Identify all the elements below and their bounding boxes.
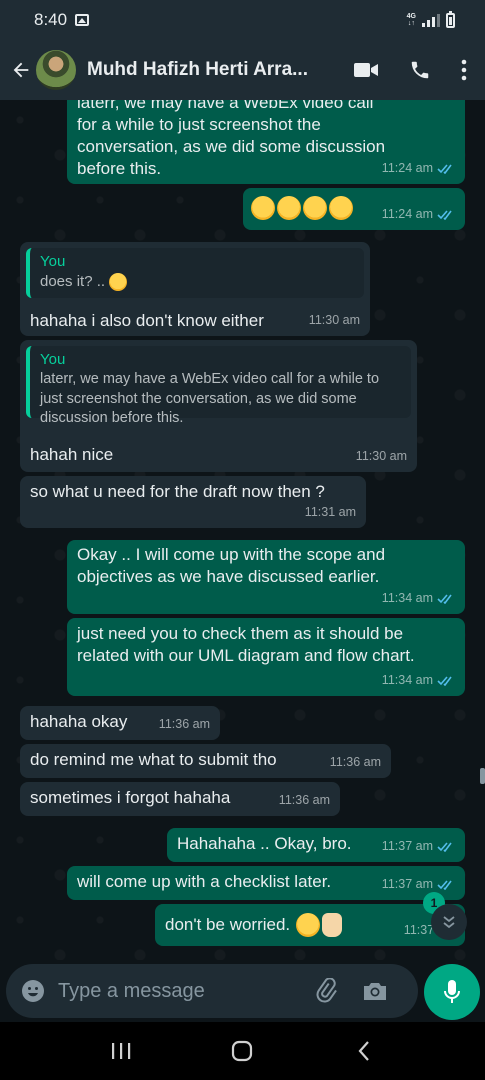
rolling-on-floor-laughing-icon [251,196,275,220]
message-composer [0,960,485,1022]
contact-name[interactable]: Muhd Hafizh Herti Arra... [87,59,325,81]
message-text: hahah nice [30,445,114,464]
quoted-text: laterr, we may have a WebEx video call f… [40,371,380,426]
outgoing-message[interactable]: just need you to check them as it should… [67,618,465,696]
double-chevron-down-icon [443,916,455,929]
quoted-message[interactable]: You does it? .. [26,248,364,298]
network-activity-label: ↓↑ [407,20,415,27]
battery-icon [446,10,455,28]
scroll-to-bottom-button[interactable] [431,904,467,940]
message-text: sometimes i forgot hahaha [30,788,231,807]
message-text: Okay .. I will come up with the scope an… [77,545,386,586]
rolling-on-floor-laughing-icon [303,196,327,220]
read-receipt-icon [437,593,452,604]
message-text: so what u need for the draft now then ? [30,482,325,501]
incoming-message[interactable]: so what u need for the draft now then ? … [20,476,366,528]
message-text: just need you to check them as it should… [77,624,415,665]
quoted-author: You [40,253,66,270]
contact-avatar[interactable] [36,50,76,90]
message-text: will come up with a checklist later. [77,872,332,891]
message-time: 11:36 am [278,793,330,807]
flushed-face-icon [109,273,128,292]
message-time: 11:36 am [329,755,381,769]
message-time: 11:30 am [308,313,360,327]
chat-messages-area[interactable]: laterr, we may have a WebEx video call f… [0,100,485,960]
incoming-message[interactable]: hahaha okay 11:36 am [20,706,220,740]
back-nav-icon[interactable] [344,1031,384,1071]
message-time: 11:37 am [381,839,433,853]
message-time: 11:37 am [381,877,433,891]
victory-hand-icon [322,913,343,937]
network-type-indicator: 4G ↓↑ [407,13,416,27]
gallery-notification-icon [75,14,90,26]
attach-icon[interactable] [314,978,340,1004]
status-time: 8:40 [34,10,68,29]
recent-apps-icon[interactable] [101,1031,141,1071]
read-receipt-icon [437,879,452,890]
system-navigation-bar [0,1022,485,1080]
message-time: 11:34 am [381,591,433,605]
message-text: hahaha i also don't know either [30,311,264,330]
message-time: 11:31 am [304,505,356,519]
outgoing-message[interactable]: Hahahaha .. Okay, bro. 11:37 am [167,828,465,862]
chat-header: Muhd Hafizh Herti Arra... [0,40,485,100]
read-receipt-icon [437,675,452,686]
quoted-author: You [40,351,66,368]
read-receipt-icon [437,209,452,220]
signal-strength-icon [422,13,440,27]
message-input[interactable] [58,979,298,1003]
message-time: 11:36 am [158,717,210,731]
quoted-message[interactable]: You laterr, we may have a WebEx video ca… [26,346,411,426]
outgoing-message[interactable]: laterr, we may have a WebEx video call f… [67,100,465,184]
read-receipt-icon [437,163,452,174]
incoming-message[interactable]: sometimes i forgot hahaha 11:36 am [20,782,340,816]
message-time: 11:34 am [381,673,433,687]
outgoing-message[interactable]: Okay .. I will come up with the scope an… [67,540,465,614]
message-text: hahaha okay [30,712,128,731]
message-input-box [6,964,418,1018]
read-receipt-icon [437,841,452,852]
message-text: do remind me what to submit tho [30,750,277,769]
message-time: 11:24 am [381,161,433,175]
incoming-message[interactable]: do remind me what to submit tho 11:36 am [20,744,391,778]
outgoing-message[interactable]: don't be worried. 11:37 am [155,904,465,946]
voice-call-icon[interactable] [409,59,431,81]
message-time: 11:30 am [355,449,407,463]
voice-message-button[interactable] [424,964,480,1020]
message-text: Hahahaha .. Okay, bro. [177,834,352,853]
network-type-label: 4G [406,13,416,20]
more-options-icon[interactable] [461,59,467,81]
incoming-reply-message[interactable]: You does it? .. hahaha i also don't know… [20,242,370,336]
home-icon[interactable] [222,1031,262,1071]
outgoing-message[interactable]: 11:24 am [243,188,465,230]
back-arrow-icon[interactable] [8,57,34,83]
outgoing-message[interactable]: will come up with a checklist later. 11:… [67,866,465,900]
message-time: 11:24 am [381,207,433,221]
rolling-on-floor-laughing-icon [277,196,301,220]
microphone-icon [444,980,460,1003]
incoming-reply-message[interactable]: You laterr, we may have a WebEx video ca… [20,340,417,472]
video-call-icon[interactable] [353,60,379,80]
emoji-row [251,196,355,220]
emoji-icon[interactable] [20,978,46,1004]
camera-icon[interactable] [362,980,388,1002]
status-bar: 8:40 4G ↓↑ [0,0,485,40]
message-text: laterr, we may have a WebEx video call f… [77,100,386,178]
scrollbar-thumb[interactable] [480,768,485,784]
message-text: don't be worried. [165,915,291,934]
quoted-text: does it? .. [40,273,106,290]
zany-face-icon [296,913,321,937]
rolling-on-floor-laughing-icon [329,196,353,220]
